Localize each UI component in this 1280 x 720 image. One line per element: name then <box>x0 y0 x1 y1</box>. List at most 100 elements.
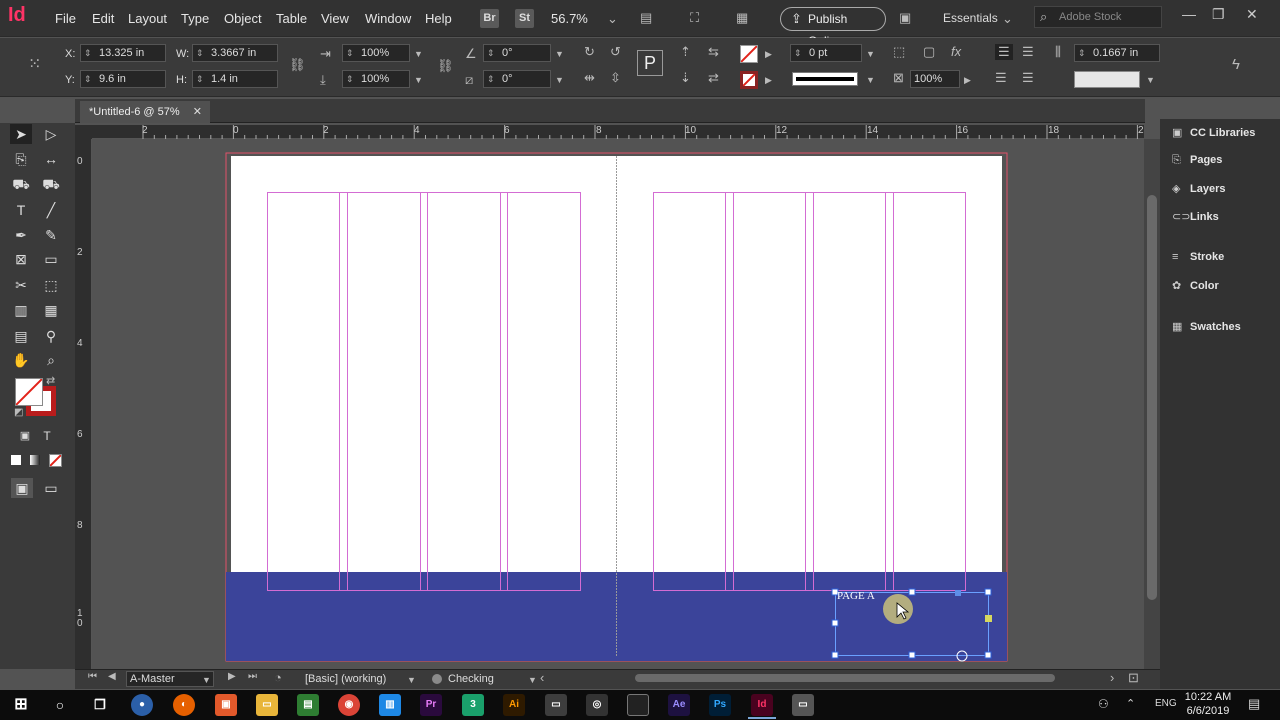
shear-dropdown-icon[interactable]: ▼ <box>555 75 564 85</box>
restore-icon[interactable]: ❐ <box>1212 6 1225 23</box>
menu-object[interactable]: Object <box>224 11 262 26</box>
zoom-tool-icon[interactable]: ⌕ <box>40 350 62 370</box>
menu-view[interactable]: View <box>321 11 349 26</box>
page-tool-icon[interactable]: ⎘ <box>10 149 32 169</box>
horizontal-ruler[interactable]: 2 0 2 4 6 8 10 12 14 16 18 2 <box>92 125 1144 139</box>
justify-vertical-icon[interactable]: ☰ <box>1022 70 1034 86</box>
opacity-field[interactable]: 100% <box>910 70 960 88</box>
workspace-switcher[interactable]: Essentials <box>943 11 998 25</box>
default-fill-stroke-icon[interactable]: ◩ <box>14 407 23 418</box>
scale-y-field[interactable]: ⇕ 100% <box>342 70 410 88</box>
indesign-taskbar-icon[interactable]: Id <box>751 694 773 716</box>
view-options-icon[interactable]: ▤ <box>640 10 652 26</box>
effects-icon[interactable]: fx <box>951 44 961 59</box>
selection-tool-icon[interactable]: ➤ <box>10 124 32 144</box>
flip-horizontal-icon[interactable]: ⇹ <box>584 70 595 86</box>
shear-field[interactable]: ⇕ 0° <box>483 70 551 88</box>
document-tab[interactable]: *Untitled-6 @ 57% ✕ <box>80 101 210 123</box>
photoshop-icon[interactable]: Ps <box>709 694 731 716</box>
constrain-proportions-icon[interactable]: ⛓ <box>289 57 306 73</box>
align-bottom-icon[interactable]: ☰ <box>995 70 1007 86</box>
people-icon[interactable]: ⚇ <box>1098 697 1109 711</box>
fill-dropdown-icon[interactable]: ▶ <box>765 49 772 60</box>
document-icon[interactable]: ▣ <box>899 10 911 26</box>
select-content-icon[interactable]: ⇣ <box>680 70 691 86</box>
panel-color[interactable]: ✿ Color <box>1172 279 1219 292</box>
notifications-icon[interactable]: ▤ <box>1248 696 1260 712</box>
stroke-weight-dropdown-icon[interactable]: ▼ <box>866 49 875 59</box>
zoom-dropdown-icon[interactable]: ⌄ <box>607 11 618 27</box>
menu-layout[interactable]: Layout <box>128 11 167 26</box>
y-field[interactable]: ⇕ 9.6 in <box>80 70 166 88</box>
menu-help[interactable]: Help <box>425 11 452 26</box>
next-page-icon[interactable]: ▶ <box>228 671 236 682</box>
w-field[interactable]: ⇕ 3.3667 in <box>192 44 278 62</box>
direct-selection-tool-icon[interactable]: ▷ <box>40 124 62 144</box>
illustrator-icon[interactable]: Ai <box>503 694 525 716</box>
scale-x-field[interactable]: ⇕ 100% <box>342 44 410 62</box>
app-icon-generic[interactable]: ◎ <box>586 694 608 716</box>
rectangle-frame-tool-icon[interactable]: ⊠ <box>10 249 32 269</box>
fit-window-icon[interactable]: ⊡ <box>1128 670 1139 686</box>
type-tool-icon[interactable]: T <box>10 200 32 220</box>
app-icon-3[interactable]: 3 <box>462 694 484 716</box>
adobe-stock-search[interactable]: Adobe Stock <box>1034 6 1162 28</box>
after-effects-icon[interactable]: Ae <box>668 694 690 716</box>
menu-file[interactable]: File <box>55 11 76 26</box>
vertical-ruler[interactable]: 0 2 4 6 8 1 0 <box>75 139 92 669</box>
stroke-swatch[interactable] <box>740 71 758 89</box>
firefox-icon[interactable]: ◐ <box>173 694 195 716</box>
page-a-text[interactable]: PAGE A <box>837 590 875 602</box>
line-tool-icon[interactable]: ╱ <box>40 200 62 220</box>
apply-none-icon[interactable] <box>49 454 62 467</box>
content-placer-icon[interactable]: ⛟ <box>40 174 62 194</box>
menu-table[interactable]: Table <box>276 11 307 26</box>
gradient-swatch-tool-icon[interactable]: ▥ <box>10 300 32 320</box>
stroke-type-selector[interactable] <box>792 72 858 86</box>
select-container-icon[interactable]: ⇡ <box>680 44 691 60</box>
windows-start-icon[interactable]: ⊞ <box>10 694 32 716</box>
flip-vertical-icon[interactable]: ⇳ <box>610 70 621 86</box>
scale-y-dropdown-icon[interactable]: ▼ <box>414 75 423 85</box>
fill-color-swatch[interactable] <box>15 378 43 406</box>
task-view-icon[interactable]: ❐ <box>89 694 111 716</box>
quick-apply-icon[interactable]: ϟ <box>1232 56 1240 73</box>
scroll-left-icon[interactable]: ‹ <box>540 670 544 685</box>
align-center-icon[interactable]: ☰ <box>1022 44 1034 60</box>
note-tool-icon[interactable]: ▤ <box>10 326 32 346</box>
object-style-selector[interactable] <box>1074 71 1140 88</box>
app-icon-orange[interactable]: ▣ <box>215 694 237 716</box>
formatting-container-icon[interactable]: ▣ <box>14 426 36 446</box>
premiere-icon[interactable]: Pr <box>420 694 442 716</box>
workspace-chevron-icon[interactable]: ⌄ <box>1002 11 1013 27</box>
preflight-status[interactable]: Checking <box>448 673 494 685</box>
file-explorer-icon[interactable]: ▭ <box>256 694 278 716</box>
vertical-scroll-thumb[interactable] <box>1147 195 1157 600</box>
open-page-icon[interactable]: ◔ <box>274 670 282 685</box>
panel-stroke[interactable]: ≡ Stroke <box>1172 251 1224 263</box>
drop-shadow-icon[interactable]: ▢ <box>923 44 935 60</box>
app-icon-green[interactable]: ▤ <box>297 694 319 716</box>
stroke-weight-field[interactable]: ⇕ 0 pt <box>790 44 862 62</box>
rotation-dropdown-icon[interactable]: ▼ <box>555 49 564 59</box>
menu-type[interactable]: Type <box>181 11 209 26</box>
style-dropdown-icon[interactable]: ▼ <box>407 675 416 685</box>
language-indicator[interactable]: ENG <box>1155 698 1177 709</box>
opacity-dropdown-icon[interactable]: ▶ <box>964 75 971 86</box>
rotate-ccw-icon[interactable]: ↺ <box>610 44 621 60</box>
cortana-icon[interactable]: ○ <box>49 694 71 716</box>
rectangle-tool-icon[interactable]: ▭ <box>40 249 62 269</box>
scissors-tool-icon[interactable]: ✂ <box>10 275 32 295</box>
gap-tool-icon[interactable]: ↔ <box>40 149 62 169</box>
pencil-tool-icon[interactable]: ✎ <box>40 225 62 245</box>
panel-layers[interactable]: ◈ Layers <box>1172 182 1225 195</box>
fill-swatch[interactable] <box>740 45 758 63</box>
app-icon-window[interactable] <box>627 694 649 716</box>
reference-point-icon[interactable]: ⁙ <box>28 54 41 74</box>
arrange-documents-icon[interactable]: ▦ <box>736 10 748 26</box>
zoom-level[interactable]: 56.7% <box>551 11 588 26</box>
screen-mode-icon[interactable]: ⛶ <box>690 10 699 26</box>
content-collector-icon[interactable]: ⛟ <box>10 174 32 194</box>
app-icon-blue[interactable]: ▥ <box>379 694 401 716</box>
swap-fill-stroke-icon[interactable]: ⇄ <box>46 374 55 387</box>
